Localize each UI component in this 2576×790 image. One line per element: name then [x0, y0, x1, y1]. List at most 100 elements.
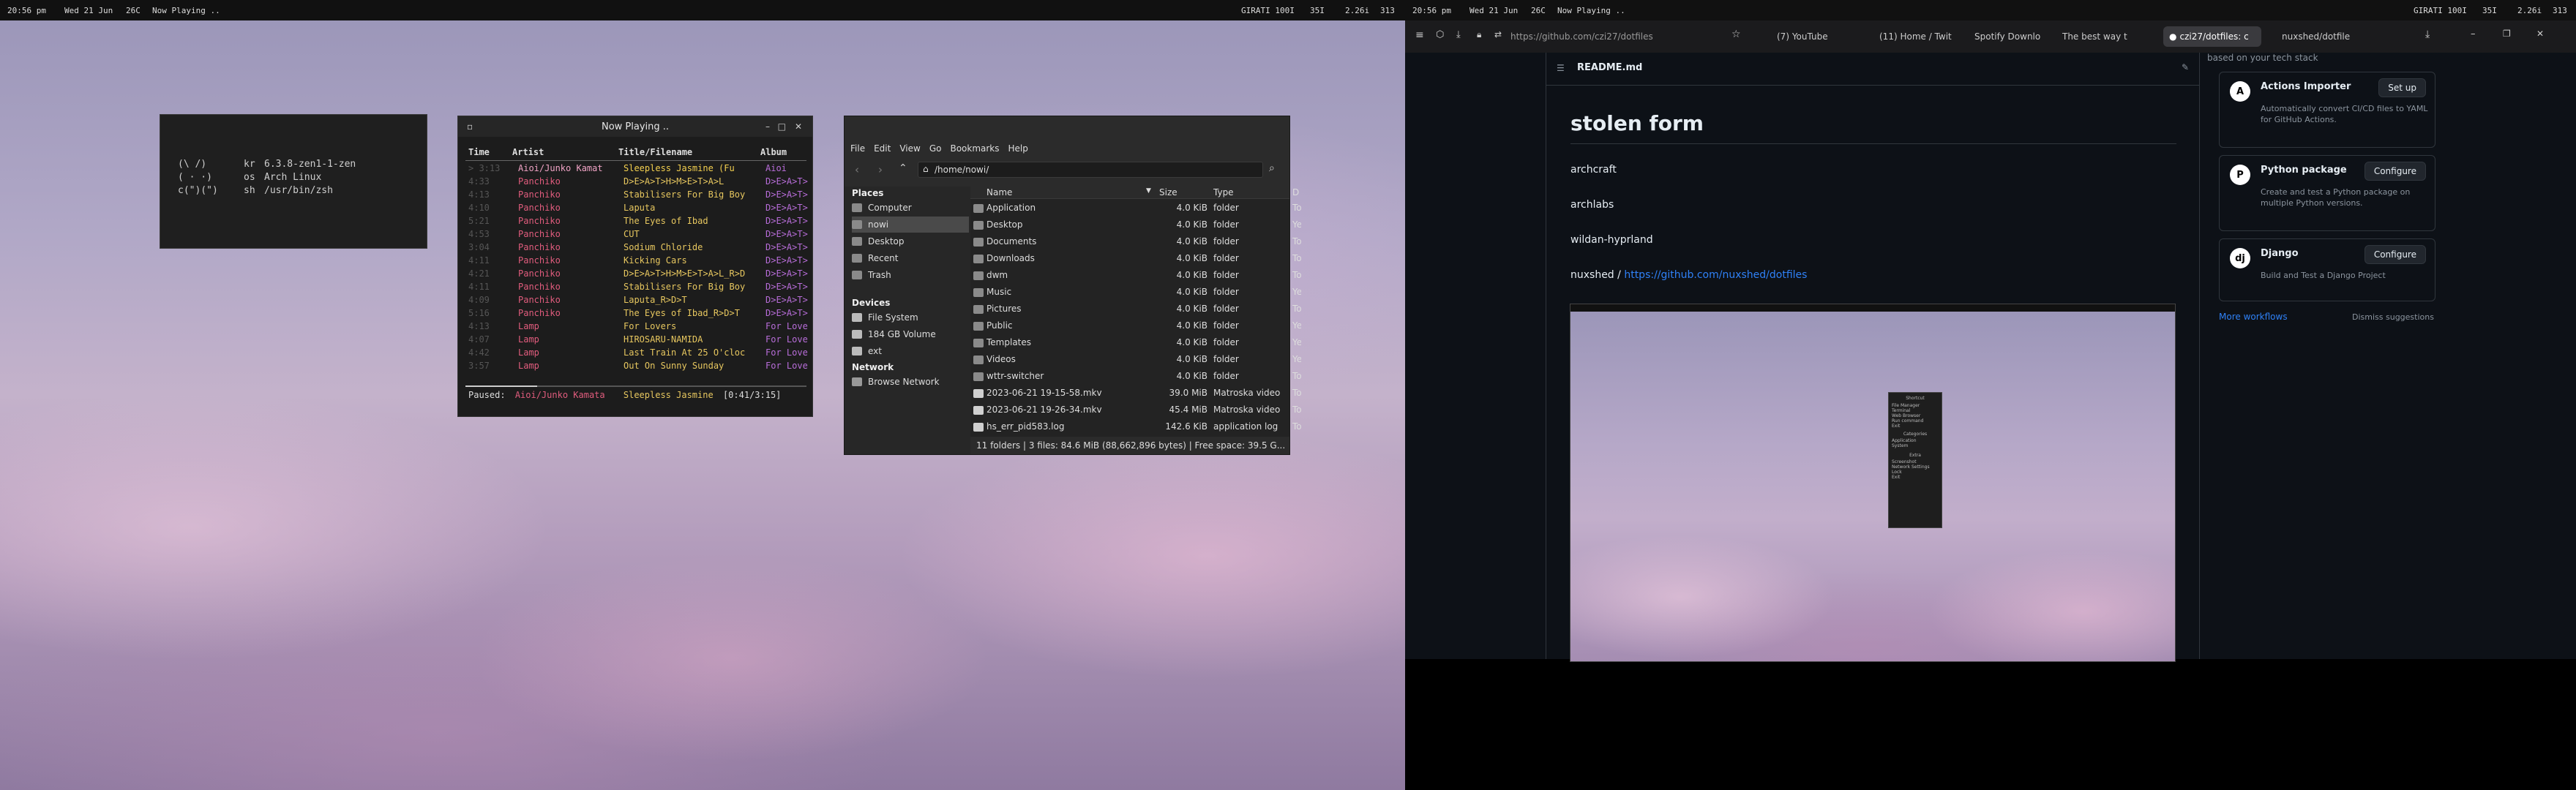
- status-artist: Aioi/Junko Kamata: [514, 390, 605, 400]
- col-size[interactable]: Size: [1159, 187, 1177, 198]
- credit-link[interactable]: https://github.com/nuxshed/dotfiles: [1624, 269, 1807, 281]
- close-icon[interactable]: ✕: [795, 121, 802, 132]
- track-row[interactable]: 4:33 Panchiko D>E>A>T>H>M>E>T>A>L D>E>A>T>: [464, 176, 809, 189]
- file-row[interactable]: Templates 4.0 KiB folder Ye: [970, 334, 1301, 351]
- file-manager-window[interactable]: File Edit View Go Bookmarks Help ‹ › ⌃ ⌂…: [844, 116, 1301, 455]
- file-row[interactable]: Desktop 4.0 KiB folder Ye: [970, 217, 1301, 233]
- sidebar-item-browse-network[interactable]: Browse Network: [852, 374, 969, 390]
- file-row[interactable]: hs_err_pid583.log 142.6 KiB application lo…: [970, 418, 1301, 435]
- file-row[interactable]: Documents 4.0 KiB folder To: [970, 233, 1301, 250]
- track-row[interactable]: > 3:13 Aioi/Junko Kamat Sleepless Jasmine …: [464, 163, 809, 176]
- sidebar-item-desktop[interactable]: Desktop: [852, 233, 969, 249]
- track-row[interactable]: 3:04 Panchiko Sodium Chloride D>E>A>T>: [464, 242, 809, 255]
- track-time: 4:11: [468, 255, 490, 266]
- now-playing-label[interactable]: Now Playing ..: [152, 6, 220, 15]
- col-type[interactable]: Type: [1213, 187, 1234, 198]
- edit-pencil-icon[interactable]: ✎: [2182, 62, 2189, 72]
- fetch-terminal-window[interactable]: (\ /) ( · ·) c(")(") kr os sh 6.3.8-zen1…: [160, 114, 427, 249]
- file-row[interactable]: Pictures 4.0 KiB folder To: [970, 301, 1301, 317]
- dismiss-suggestions-link[interactable]: Dismiss suggestions: [2352, 312, 2434, 322]
- outline-icon[interactable]: ☰: [1557, 63, 1565, 73]
- track-row[interactable]: 4:53 Panchiko CUT D>E>A>T>: [464, 229, 809, 242]
- track-row[interactable]: 4:42 Lamp Last Train At 25 O'cloc For Love: [464, 347, 809, 361]
- menu-bookmarks[interactable]: Bookmarks: [950, 143, 999, 154]
- track-row[interactable]: 3:57 Lamp Out On Sunny Sunday For Love: [464, 361, 809, 374]
- file-row[interactable]: Videos 4.0 KiB folder Ye: [970, 351, 1301, 368]
- col-title[interactable]: Title/Filename: [618, 147, 692, 157]
- track-title: For Lovers: [624, 321, 677, 331]
- window-restore-icon[interactable]: ❐: [2503, 29, 2511, 39]
- tab-youtube[interactable]: (7) YouTube: [1771, 26, 1866, 47]
- col-album[interactable]: Album: [760, 147, 787, 157]
- now-playing-label[interactable]: Now Playing ..: [1557, 6, 1625, 15]
- back-icon[interactable]: ‹: [855, 163, 859, 176]
- file-row[interactable]: wttr-switcher 4.0 KiB folder To: [970, 368, 1301, 385]
- file-row[interactable]: Downloads 4.0 KiB folder To: [970, 250, 1301, 267]
- window-close-icon[interactable]: ✕: [2536, 29, 2544, 39]
- path-bar[interactable]: ⌂ /home/nowi/: [918, 162, 1263, 178]
- col-artist[interactable]: Artist: [512, 147, 544, 157]
- menu-edit[interactable]: Edit: [874, 143, 891, 154]
- minimize-icon[interactable]: –: [765, 121, 770, 132]
- menu-icon[interactable]: ≡: [1415, 29, 1424, 41]
- tab-spotify-downloader[interactable]: Spotify Downlo: [1969, 26, 2049, 47]
- tab-dotfiles-active[interactable]: ● czi27/dotfiles: c: [2163, 26, 2261, 47]
- tab-best-way[interactable]: The best way t: [2056, 26, 2137, 47]
- track-row[interactable]: 4:09 Panchiko Laputa_R>D>T D>E>A>T>: [464, 295, 809, 308]
- player-titlebar[interactable]: ▫ Now Playing .. – □ ✕: [458, 116, 812, 137]
- track-row[interactable]: 5:16 Panchiko The Eyes of Ibad_R>D>T D>E>A>…: [464, 308, 809, 321]
- menu-view[interactable]: View: [899, 143, 920, 154]
- file-row[interactable]: 2023-06-21 19-15-58.mkv 39.0 MiB Matroska …: [970, 385, 1301, 402]
- sidebar-item-file-system[interactable]: File System: [852, 309, 969, 326]
- file-row[interactable]: 2023-06-21 19-26-34.mkv 45.4 MiB Matroska …: [970, 402, 1301, 418]
- sidebar-item-computer[interactable]: Computer: [852, 200, 969, 216]
- track-row[interactable]: 4:07 Lamp HIROSARU-NAMIDA For Love: [464, 334, 809, 347]
- menu-help[interactable]: Help: [1008, 143, 1028, 154]
- track-row[interactable]: 4:13 Lamp For Lovers For Love: [464, 321, 809, 334]
- top-status-bar-2: 20:56 pm Wed 21 Jun 26C Now Playing .. G…: [1405, 0, 2576, 20]
- forward-icon[interactable]: ›: [878, 163, 883, 176]
- track-row[interactable]: 4:11 Panchiko Stabilisers For Big Boy D>E>A…: [464, 282, 809, 295]
- track-row[interactable]: 4:21 Panchiko D>E>A>T>H>M>E>T>A>L_R>D D>E>A…: [464, 268, 809, 282]
- col-name[interactable]: Name: [986, 187, 1155, 198]
- search-icon[interactable]: ⌕: [1269, 162, 1275, 174]
- menu-go[interactable]: Go: [929, 143, 942, 154]
- up-icon[interactable]: ⌃: [899, 162, 907, 174]
- col-time[interactable]: Time: [468, 147, 490, 157]
- maximize-icon[interactable]: □: [778, 121, 786, 132]
- track-row[interactable]: 4:13 Panchiko Stabilisers For Big Boy D>E>A…: [464, 189, 809, 203]
- download-status-icon[interactable]: ⤓: [2425, 29, 2430, 40]
- sidebar-item-trash[interactable]: Trash: [852, 267, 969, 283]
- track-row[interactable]: 5:21 Panchiko The Eyes of Ibad D>E>A>T>: [464, 216, 809, 229]
- more-workflows-link[interactable]: More workflows: [2219, 312, 2288, 322]
- window-menu-icon[interactable]: ▫: [467, 121, 473, 132]
- url-bar[interactable]: https://github.com/czi27/dotfiles: [1510, 31, 1653, 42]
- file-row[interactable]: Application 4.0 KiB folder To: [970, 200, 1301, 217]
- sidebar-item-nowi[interactable]: nowi: [852, 217, 969, 233]
- col-date[interactable]: D: [1292, 187, 1299, 198]
- downloads-icon[interactable]: ⤓: [1456, 29, 1461, 40]
- bookmark-star-icon[interactable]: ☆: [1731, 29, 1741, 40]
- tab-nuxshed[interactable]: nuxshed/dotfile: [2276, 26, 2364, 47]
- configure-button[interactable]: Configure: [2364, 245, 2426, 264]
- configure-button[interactable]: Configure: [2364, 162, 2426, 181]
- setup-button[interactable]: Set up: [2378, 78, 2426, 97]
- track-row[interactable]: 4:11 Panchiko Kicking Cars D>E>A>T>: [464, 255, 809, 268]
- window-minimize-icon[interactable]: –: [2471, 29, 2476, 40]
- file-row[interactable]: Music 4.0 KiB folder Ye: [970, 284, 1301, 301]
- sidebar-item-recent[interactable]: Recent: [852, 250, 969, 266]
- file-row[interactable]: dwm 4.0 KiB folder To: [970, 267, 1301, 284]
- sidebar-item-ext[interactable]: ext: [852, 343, 969, 359]
- track-time: 5:16: [468, 308, 490, 318]
- tab-twitter[interactable]: (11) Home / Twit: [1873, 26, 1961, 47]
- track-row[interactable]: 4:10 Panchiko Laputa D>E>A>T>: [464, 203, 809, 216]
- sidebar-item-184-gb-volume[interactable]: 184 GB Volume: [852, 326, 969, 342]
- lock-icon[interactable]: 🔒︎: [1477, 29, 1481, 40]
- site-settings-icon[interactable]: ⇄: [1494, 29, 1502, 40]
- file-row[interactable]: Public 4.0 KiB folder Ye: [970, 317, 1301, 334]
- extensions-icon[interactable]: ⬡: [1436, 29, 1444, 40]
- menu-file[interactable]: File: [850, 143, 865, 154]
- browser-window[interactable]: ≡ ⬡ ⤓ 🔒︎ ⇄ https://github.com/czi27/dotf…: [1405, 20, 2576, 662]
- music-player-window[interactable]: ▫ Now Playing .. – □ ✕ Time Artist Title…: [457, 116, 813, 417]
- progress-bar[interactable]: [465, 385, 806, 387]
